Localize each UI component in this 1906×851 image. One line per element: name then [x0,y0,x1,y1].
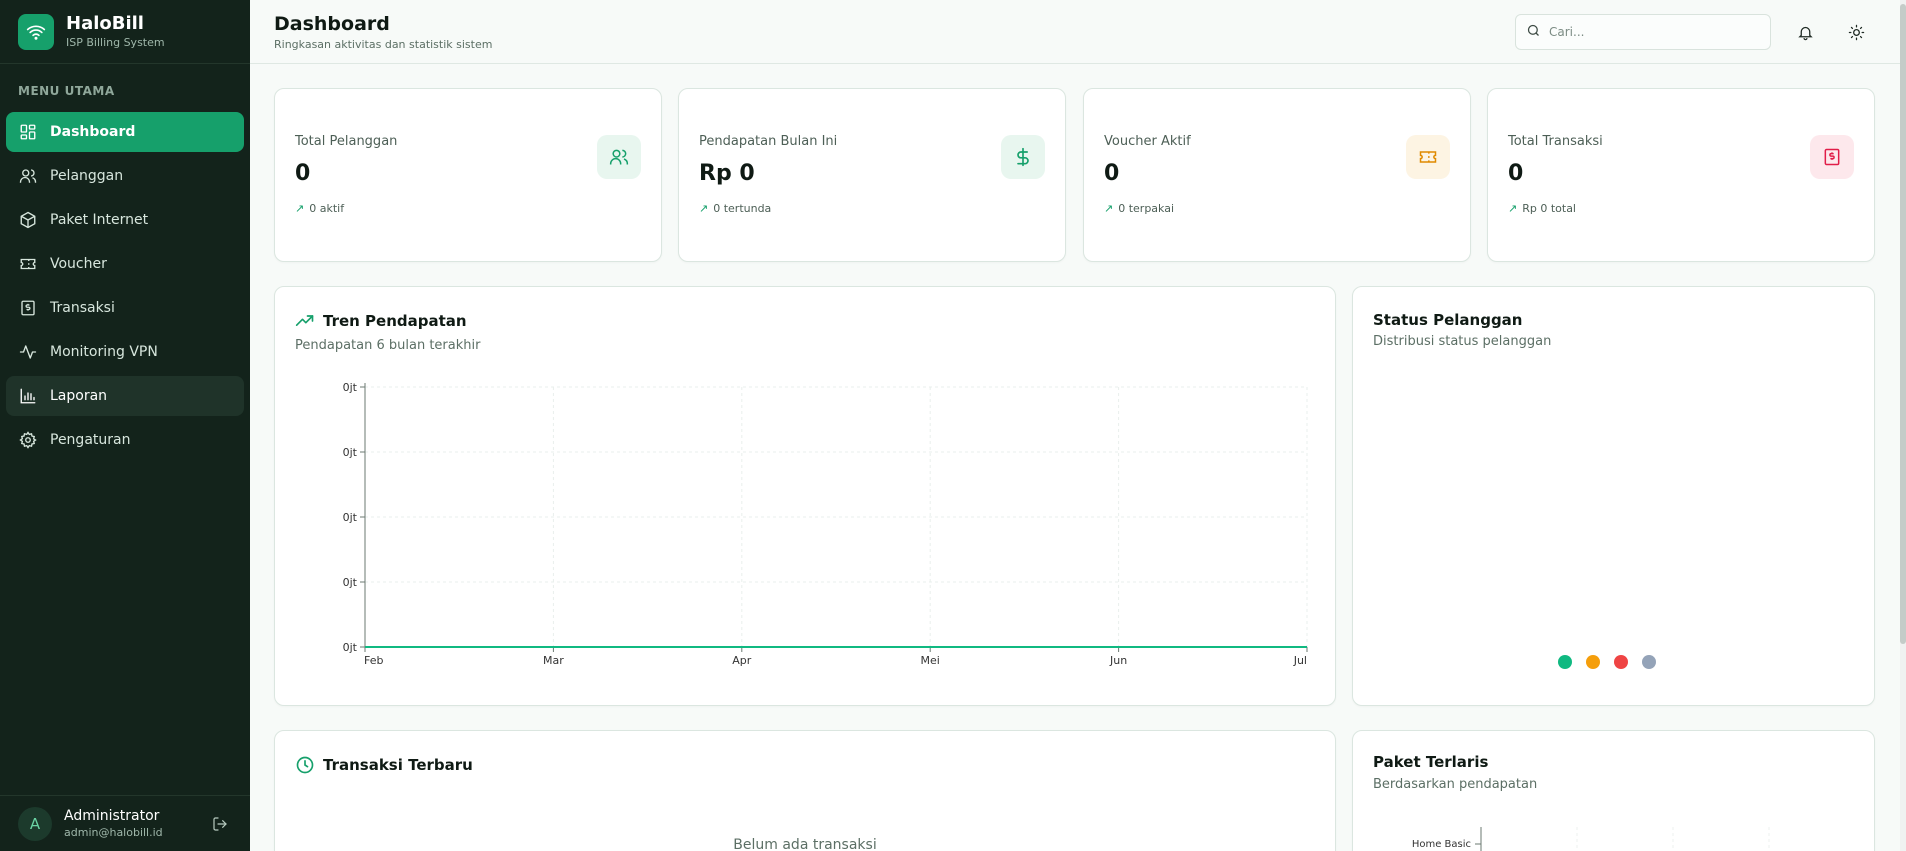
users-icon [597,135,641,179]
panel-title: Status Pelanggan [1373,311,1523,329]
package-icon [18,210,38,230]
stat-card-total-pelanggan: Total Pelanggan 0 ↗ 0 aktif [274,88,662,262]
stat-title: Pendapatan Bulan Ini [699,134,838,149]
search-box[interactable] [1515,14,1771,50]
stat-footnote: 0 aktif [309,202,345,215]
sidebar-item-label: Dashboard [50,124,136,140]
bar-chart-icon [18,386,38,406]
top-packages-panel: Paket Terlaris Berdasarkan pendapatan Ho… [1352,730,1875,851]
sidebar-item-label: Paket Internet [50,212,149,228]
sidebar-item-label: Pengaturan [50,432,131,448]
x-tick-label: Feb [364,654,383,667]
logout-icon[interactable] [208,812,232,836]
page-title: Dashboard [274,13,390,35]
gear-icon [18,430,38,450]
panel-subtitle: Distribusi status pelanggan [1373,334,1552,349]
x-tick-label: Apr [732,654,752,667]
x-tick-label: Mei [921,654,940,667]
activity-icon [18,342,38,362]
stat-footnote: Rp 0 total [1522,202,1576,215]
trend-up-icon: ↗ [699,202,709,215]
receipt-icon [18,298,38,318]
y-tick-label: 0jt [343,641,358,654]
y-tick-label: 0jt [343,381,358,394]
legend-dot[interactable] [1558,655,1572,669]
top-packages-bar-chart: Home Basic [1412,827,1770,851]
clock-icon [295,755,315,775]
sidebar-item-label: Laporan [50,388,108,404]
topbar: Dashboard Ringkasan aktivitas dan statis… [250,0,1906,64]
revenue-line-chart: 0jt 0jt 0jt 0jt 0jt Feb Mar Apr Mei Jun Jul [343,381,1308,667]
sidebar-item-label: Voucher [50,256,107,272]
sidebar-item-transaksi[interactable]: Transaksi [6,288,244,328]
brand-subtitle: ISP Billing System [66,35,165,49]
stat-footnote: 0 terpakai [1118,202,1175,215]
stat-card-pendapatan: Pendapatan Bulan Ini Rp 0 ↗ 0 tertunda [678,88,1066,262]
stat-value: 0 [295,161,311,186]
sidebar-item-pelanggan[interactable]: Pelanggan [6,156,244,196]
sidebar-item-pengaturan[interactable]: Pengaturan [6,420,244,460]
package-label: Home Basic [1412,839,1471,850]
search-icon [1526,23,1541,42]
sidebar-item-paket-internet[interactable]: Paket Internet [6,200,244,240]
page-scrollbar[interactable] [1900,0,1906,851]
dollar-icon [1001,135,1045,179]
trend-up-icon: ↗ [295,202,305,215]
stat-title: Total Transaksi [1508,134,1603,149]
ticket-icon [18,254,38,274]
sidebar-item-label: Pelanggan [50,168,124,184]
stat-title: Voucher Aktif [1104,134,1191,149]
stat-card-voucher-aktif: Voucher Aktif 0 ↗ 0 terpakai [1083,88,1471,262]
sun-icon[interactable] [1842,18,1870,46]
sidebar-item-monitoring-vpn[interactable]: Monitoring VPN [6,332,244,372]
user-name: Administrator [64,807,160,824]
users-icon [18,166,38,186]
bell-icon[interactable] [1791,18,1819,46]
scrollbar-thumb[interactable] [1900,4,1906,644]
stat-value: 0 [1508,161,1524,186]
menu-section-title: MENU UTAMA [18,84,115,98]
x-tick-label: Mar [543,654,564,667]
user-email: admin@halobill.id [64,825,163,839]
sidebar-item-dashboard[interactable]: Dashboard [6,112,244,152]
avatar[interactable]: A [18,806,52,841]
stat-value: Rp 0 [699,161,755,186]
user-profile: A Administrator admin@halobill.id [0,795,250,851]
x-tick-label: Jul [1293,654,1307,667]
wifi-icon [18,13,54,50]
receipt-icon [1810,135,1854,179]
sidebar-menu: Dashboard Pelanggan Paket Internet Vouch… [0,112,250,460]
sidebar-item-label: Monitoring VPN [50,344,158,360]
sidebar-item-label: Transaksi [50,300,115,316]
y-tick-label: 0jt [343,511,358,524]
y-tick-label: 0jt [343,576,358,589]
legend-dot[interactable] [1614,655,1628,669]
sidebar: HaloBill ISP Billing System MENU UTAMA D… [0,0,250,851]
recent-transactions-panel: Transaksi Terbaru Belum ada transaksi [274,730,1336,851]
revenue-trend-panel: Tren Pendapatan Pendapatan 6 bulan terak… [274,286,1336,706]
sidebar-item-laporan[interactable]: Laporan [6,376,244,416]
legend-dot[interactable] [1586,655,1600,669]
sidebar-item-voucher[interactable]: Voucher [6,244,244,284]
empty-state-text: Belum ada transaksi [733,837,877,851]
search-input[interactable] [1549,25,1759,39]
stat-card-total-transaksi: Total Transaksi 0 ↗ Rp 0 total [1487,88,1875,262]
stat-footnote: 0 tertunda [713,202,772,215]
panel-title: Transaksi Terbaru [323,756,473,774]
ticket-icon [1406,135,1450,179]
brand[interactable]: HaloBill ISP Billing System [0,0,250,64]
customer-status-panel: Status Pelanggan Distribusi status pelan… [1352,286,1875,706]
stat-value: 0 [1104,161,1120,186]
stat-title: Total Pelanggan [295,134,398,149]
y-tick-label: 0jt [343,446,358,459]
status-legend [1558,655,1670,669]
x-tick-label: Jun [1109,654,1127,667]
legend-dot[interactable] [1642,655,1656,669]
brand-name: HaloBill [66,12,144,34]
dashboard-icon [18,122,38,142]
page-subtitle: Ringkasan aktivitas dan statistik sistem [274,38,493,51]
trend-up-icon: ↗ [1104,202,1114,215]
trend-up-icon: ↗ [1508,202,1518,215]
